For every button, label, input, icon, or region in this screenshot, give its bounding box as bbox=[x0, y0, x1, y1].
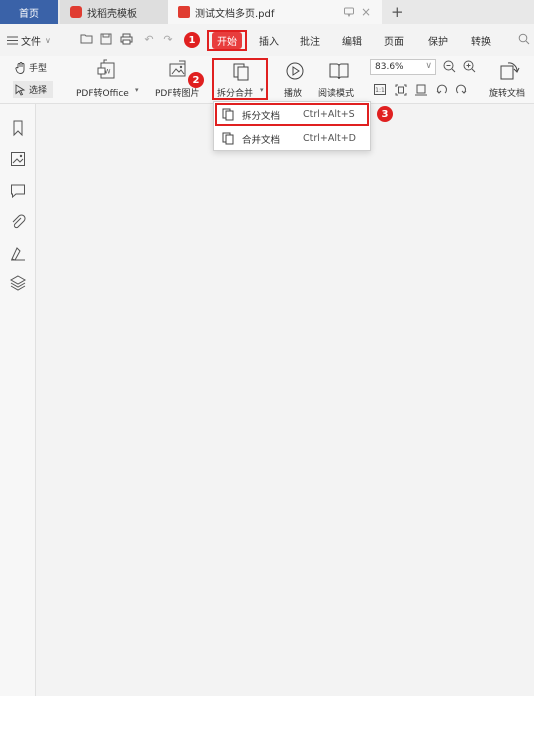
left-sidebar bbox=[0, 104, 36, 696]
play-icon bbox=[286, 62, 304, 80]
step-3-highlight bbox=[215, 103, 369, 126]
file-menu-label: 文件 bbox=[21, 36, 41, 48]
pdf-to-image-icon bbox=[169, 60, 186, 77]
chevron-down-icon: ▾ bbox=[260, 86, 264, 94]
select-tool-button[interactable]: 选择 bbox=[13, 81, 53, 98]
tab-convert-label: 转换 bbox=[471, 36, 491, 48]
tab-start-label: 开始 bbox=[212, 32, 242, 49]
zoom-in-icon[interactable] bbox=[463, 60, 476, 76]
zoom-select[interactable]: 83.6% ∨ bbox=[370, 59, 436, 75]
chevron-down-icon: ▾ bbox=[135, 86, 139, 94]
fit-width-icon[interactable] bbox=[415, 84, 427, 99]
tab-bar: 首页 找稻壳模板 测试文档多页.pdf × + bbox=[0, 0, 534, 24]
merge-document-menu-item[interactable]: 合并文档 Ctrl+Alt+D bbox=[214, 127, 370, 150]
rotate-document-button[interactable]: 旋转文档 bbox=[486, 56, 532, 102]
undo-icon[interactable]: ↶ bbox=[142, 33, 156, 47]
pdf-to-office-icon: W bbox=[97, 59, 115, 79]
comment-icon[interactable] bbox=[9, 182, 27, 200]
rotate-right-icon[interactable] bbox=[455, 84, 467, 99]
merge-document-shortcut: Ctrl+Alt+D bbox=[303, 133, 357, 144]
step-badge-3: 3 bbox=[377, 106, 393, 122]
file-menu[interactable]: 文件 ∨ bbox=[7, 24, 51, 56]
tab-home-label: 首页 bbox=[19, 8, 39, 20]
docer-logo-icon bbox=[70, 6, 82, 18]
app-window: 首页 找稻壳模板 测试文档多页.pdf × + 文件 ∨ ↶ ↷ 1 开始 插入… bbox=[0, 0, 534, 696]
tab-insert-label: 插入 bbox=[259, 36, 279, 48]
tab-template[interactable]: 找稻壳模板 bbox=[60, 0, 168, 24]
document-canvas[interactable] bbox=[37, 104, 534, 696]
hand-icon bbox=[15, 61, 25, 74]
svg-text:1:1: 1:1 bbox=[375, 87, 385, 94]
pdf-to-image-label: PDF转图片 bbox=[155, 89, 200, 99]
thumbnail-icon[interactable] bbox=[9, 150, 27, 168]
tab-protect[interactable]: 保护 bbox=[428, 24, 448, 56]
pdf-to-office-label: PDF转Office bbox=[76, 89, 129, 99]
chevron-down-icon: ∨ bbox=[425, 61, 432, 71]
hamburger-icon bbox=[7, 36, 18, 44]
step-badge-2: 2 bbox=[188, 72, 204, 88]
tab-convert[interactable]: 转换 bbox=[471, 24, 491, 56]
select-tool-label: 选择 bbox=[29, 86, 48, 96]
new-tab-glyph: + bbox=[391, 3, 404, 21]
tab-insert[interactable]: 插入 bbox=[259, 24, 279, 56]
signature-icon[interactable] bbox=[9, 244, 27, 262]
ribbon-toolbar: 手型 选择 W PDF转Office ▾ PDF转图片 2 拆分合并 ▾ 播放 … bbox=[0, 56, 534, 104]
tab-annotate-label: 批注 bbox=[300, 36, 320, 48]
tab-page[interactable]: 页面 bbox=[384, 24, 404, 56]
print-icon[interactable] bbox=[119, 33, 133, 47]
tab-edit-label: 编辑 bbox=[342, 36, 362, 48]
tab-document-label: 测试文档多页.pdf bbox=[195, 8, 275, 20]
merge-document-label: 合并文档 bbox=[242, 134, 281, 146]
zoom-out-icon[interactable] bbox=[443, 60, 456, 76]
hand-tool-label: 手型 bbox=[29, 64, 48, 74]
rotate-document-icon bbox=[500, 62, 520, 80]
tab-annotate[interactable]: 批注 bbox=[300, 24, 320, 56]
tab-start[interactable]: 开始 bbox=[207, 30, 247, 51]
split-merge-button[interactable]: 拆分合并 ▾ bbox=[212, 58, 268, 100]
search-icon[interactable] bbox=[517, 33, 531, 47]
redo-icon[interactable]: ↷ bbox=[161, 33, 175, 47]
book-icon bbox=[329, 63, 349, 80]
pdf-to-office-button[interactable]: W PDF转Office ▾ bbox=[72, 56, 142, 102]
merge-document-icon bbox=[222, 132, 234, 145]
step-badge-1: 1 bbox=[184, 32, 200, 48]
layers-icon[interactable] bbox=[9, 274, 27, 292]
attachment-icon[interactable] bbox=[9, 213, 27, 231]
step-badge-2-label: 2 bbox=[192, 74, 200, 86]
read-mode-button[interactable]: 阅读模式 bbox=[316, 56, 362, 102]
tab-page-label: 页面 bbox=[384, 36, 404, 48]
tab-edit[interactable]: 编辑 bbox=[342, 24, 362, 56]
chevron-down-icon: ∨ bbox=[45, 35, 51, 45]
tab-home[interactable]: 首页 bbox=[0, 0, 58, 24]
play-button[interactable]: 播放 bbox=[280, 56, 310, 102]
bookmark-icon[interactable] bbox=[9, 119, 27, 137]
actual-size-icon[interactable]: 1:1 bbox=[374, 84, 386, 98]
read-mode-label: 阅读模式 bbox=[318, 89, 355, 99]
play-label: 播放 bbox=[284, 89, 303, 99]
open-folder-icon[interactable] bbox=[79, 33, 93, 47]
new-tab-button[interactable]: + bbox=[391, 0, 404, 24]
menu-bar: 文件 ∨ ↶ ↷ 1 开始 插入 批注 编辑 页面 保护 转换 bbox=[0, 24, 534, 56]
split-merge-label: 拆分合并 bbox=[217, 89, 254, 99]
rotate-document-label: 旋转文档 bbox=[489, 89, 526, 99]
tab-template-label: 找稻壳模板 bbox=[87, 8, 137, 20]
tab-protect-label: 保护 bbox=[428, 36, 448, 48]
svg-text:W: W bbox=[105, 69, 111, 76]
step-badge-1-label: 1 bbox=[188, 34, 196, 46]
rotate-left-icon[interactable] bbox=[436, 84, 448, 99]
hand-tool-button[interactable]: 手型 bbox=[15, 61, 47, 74]
step-badge-3-label: 3 bbox=[381, 108, 389, 120]
split-merge-dropdown: 拆分文档 Ctrl+Alt+S 合并文档 Ctrl+Alt+D bbox=[213, 101, 371, 151]
cursor-arrow-icon bbox=[15, 83, 26, 96]
pdf-file-icon bbox=[178, 6, 190, 18]
pin-tab-icon[interactable] bbox=[343, 0, 355, 24]
fit-page-icon[interactable] bbox=[395, 84, 407, 99]
save-icon[interactable] bbox=[99, 33, 113, 47]
zoom-value: 83.6% bbox=[375, 62, 404, 72]
split-merge-icon bbox=[233, 63, 249, 81]
close-tab-glyph: × bbox=[361, 5, 372, 19]
close-tab-icon[interactable]: × bbox=[361, 0, 371, 24]
